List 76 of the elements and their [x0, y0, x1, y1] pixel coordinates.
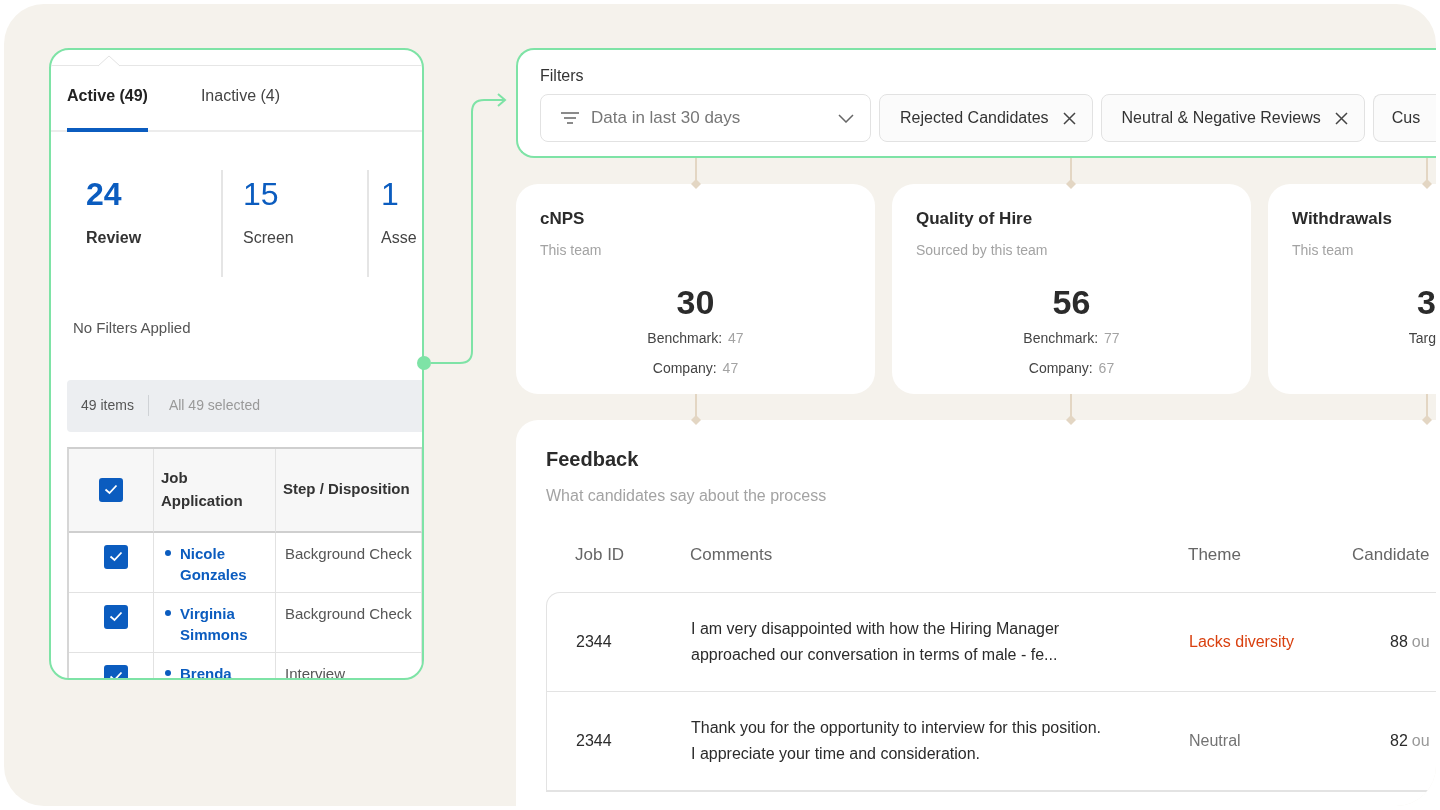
checkbox[interactable] — [99, 477, 123, 502]
feedback-title: Feedback — [546, 447, 640, 472]
column-header: Job ID — [575, 545, 625, 564]
candidate-link[interactable]: Virginia Simmons — [180, 602, 271, 652]
metric-reading: 77 — [1104, 329, 1120, 346]
table-cell: 2344 — [576, 732, 612, 749]
metric-label: Targ — [1408, 329, 1436, 346]
connector-line — [1422, 393, 1432, 425]
date-range-dropdown[interactable]: Data in last 30 days — [540, 94, 871, 142]
close-icon[interactable] — [1062, 111, 1076, 125]
metric-subtitle: This team — [540, 240, 603, 260]
bullet-icon — [165, 669, 171, 676]
connector-line — [1066, 157, 1076, 189]
column-header: Step / Disposition — [283, 479, 410, 500]
theme-label: Neutral — [1189, 732, 1241, 749]
checkbox[interactable] — [103, 544, 128, 569]
metric-title: cNPS — [540, 208, 586, 230]
filter-chip[interactable]: Neutral & Negative Reviews — [1100, 94, 1365, 142]
filter-status: No Filters Applied — [72, 318, 192, 338]
filter-chip[interactable]: Rejected Candidates — [879, 94, 1093, 142]
column-header: Candidate — [1352, 545, 1430, 564]
comment-text: I am very disappointed with how the Hiring Manager approached our conversation in terms of male - fe... — [691, 619, 1061, 665]
stage-label: Review — [86, 228, 143, 248]
metric-value: 30 — [676, 282, 715, 321]
feedback-subtitle: What candidates say about the process — [546, 486, 828, 506]
checkbox[interactable] — [103, 604, 128, 629]
metric-value: 56 — [1052, 282, 1091, 321]
table-cell: Background Check — [285, 604, 412, 622]
bullet-icon — [165, 609, 171, 616]
score-suffix: ou — [1411, 633, 1430, 650]
column-header: Comments — [690, 545, 773, 564]
metric-label: Benchmark: — [1023, 329, 1099, 346]
filter-icon — [561, 112, 579, 124]
metric-value: 3 — [1417, 282, 1436, 321]
metric-reading: 47 — [728, 329, 744, 346]
table-cell: Background Check — [285, 544, 412, 562]
checkmark-icon — [108, 551, 123, 562]
score-value: 82 — [1390, 732, 1408, 749]
filters-title: Filters — [540, 66, 585, 86]
candidate-link[interactable]: Nicole Gonzales — [180, 542, 271, 592]
connector-line — [1066, 393, 1076, 425]
column-header: Theme — [1188, 545, 1241, 564]
score-value: 88 — [1390, 633, 1408, 650]
stage-count[interactable]: 24 — [86, 178, 221, 210]
bullet-icon — [165, 549, 171, 556]
stage-label: Asse — [381, 228, 418, 248]
stage-label: Screen — [243, 228, 295, 248]
tab[interactable]: Inactive (4) — [200, 66, 281, 132]
connector-line — [691, 157, 701, 189]
filter-chip[interactable]: Cus — [1372, 94, 1436, 142]
metric-label: Company: — [1028, 359, 1093, 376]
connector-line — [1422, 157, 1432, 189]
chevron-down-icon — [838, 113, 854, 123]
table-cell: Interview — [285, 664, 346, 678]
metric-reading: 47 — [722, 359, 739, 376]
stage-count[interactable]: 15 — [243, 178, 367, 210]
table-cell: 2344 — [576, 633, 612, 650]
column-header: Job Application — [161, 468, 244, 511]
item-count: 49 items — [67, 395, 149, 416]
close-icon[interactable] — [1334, 111, 1348, 125]
metric-title: Withdrawals — [1292, 208, 1393, 230]
theme-label: Lacks diversity — [1189, 633, 1294, 650]
comment-text: Thank you for the opportunity to interview for this position. I appreciate your time and consideration. — [691, 718, 1102, 764]
checkmark-icon — [104, 484, 118, 495]
connector-line — [691, 393, 701, 425]
stage-count[interactable]: 1 — [381, 178, 422, 210]
metric-subtitle: Sourced by this team — [916, 240, 1049, 260]
selection-count: All 49 selected — [167, 396, 260, 415]
candidate-link[interactable]: Brenda — [180, 662, 232, 678]
metric-title: Quality of Hire — [916, 208, 1034, 230]
score-suffix: ou — [1411, 732, 1430, 749]
checkmark-icon — [108, 611, 123, 622]
metric-label: Company: — [652, 359, 717, 376]
metric-subtitle: This team — [1292, 240, 1355, 260]
metric-reading: 67 — [1098, 359, 1115, 376]
metric-label: Benchmark: — [647, 329, 723, 346]
